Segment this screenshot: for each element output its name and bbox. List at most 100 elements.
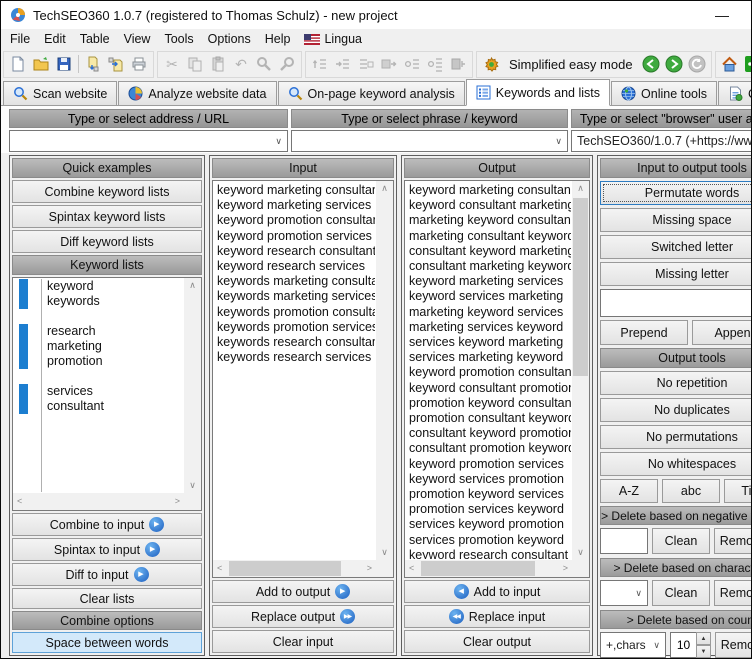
horizontal-scrollbar[interactable]: <> [13, 493, 184, 510]
replace-output-button[interactable]: Replace output▶▶ [212, 605, 394, 628]
tidy-button[interactable]: Tidy [724, 479, 752, 503]
chevron-down-icon[interactable]: ∨ [275, 136, 282, 147]
scrollbar-thumb[interactable] [573, 198, 588, 376]
scroll-up-icon[interactable]: ∧ [381, 184, 388, 193]
missing-letter-button[interactable]: Missing letter [600, 262, 752, 286]
scroll-down-icon[interactable]: ∨ [189, 481, 196, 490]
clean-negative-button[interactable]: Clean [652, 528, 710, 554]
no-duplicates-button[interactable]: No duplicates [600, 398, 752, 422]
minimize-button[interactable]: — [715, 8, 729, 22]
new-file-icon[interactable] [9, 55, 27, 73]
diff-keyword-lists-button[interactable]: Diff keyword lists [12, 230, 202, 253]
combine-to-input-button[interactable]: Combine to input▶ [12, 513, 202, 536]
no-permutations-button[interactable]: No permutations [600, 425, 752, 449]
keyword-lists-content[interactable]: keywordkeywordsresearchmarketingpromotio… [14, 279, 183, 492]
chevron-down-icon[interactable]: ∨ [635, 588, 642, 599]
tab-create-sitemap[interactable]: Create sitemap [718, 81, 752, 105]
spinner-down-icon[interactable]: ▼ [696, 645, 711, 658]
tool-text-input[interactable] [600, 289, 752, 317]
share-icon[interactable] [744, 55, 752, 73]
negative-words-input[interactable] [600, 528, 648, 554]
scroll-right-icon[interactable]: > [175, 497, 180, 506]
spinner-up-icon[interactable]: ▲ [696, 632, 711, 645]
keyword-line: services [47, 384, 104, 399]
home-icon[interactable] [721, 55, 739, 73]
output-lines[interactable]: keyword marketing consultantkeyword cons… [409, 183, 571, 559]
add-to-input-button[interactable]: ◀Add to input [404, 580, 590, 603]
vertical-scrollbar[interactable]: ∧∨ [376, 181, 393, 560]
import-icon[interactable] [84, 55, 102, 73]
no-repetition-button[interactable]: No repetition [600, 371, 752, 395]
input-editor[interactable]: keyword marketing consultantkeyword mark… [212, 180, 394, 578]
export-icon[interactable] [107, 55, 125, 73]
combine-keyword-lists-button[interactable]: Combine keyword lists [12, 180, 202, 203]
clear-input-button[interactable]: Clear input [212, 630, 394, 653]
scroll-left-icon[interactable]: < [217, 564, 222, 573]
menu-lingua[interactable]: Lingua [297, 30, 369, 48]
clear-lists-button[interactable]: Clear lists [12, 588, 202, 609]
scroll-right-icon[interactable]: > [367, 564, 372, 573]
easy-mode-label[interactable]: Simplified easy mode [509, 57, 633, 72]
scroll-right-icon[interactable]: > [563, 564, 568, 573]
scroll-left-icon[interactable]: < [409, 564, 414, 573]
input-lines[interactable]: keyword marketing consultantkeyword mark… [217, 183, 375, 559]
diff-to-input-button[interactable]: Diff to input▶ [12, 563, 202, 586]
url-combobox[interactable]: ∨ [9, 130, 288, 152]
characters-combobox[interactable]: ∨ [600, 580, 648, 606]
switched-letter-button[interactable]: Switched letter [600, 235, 752, 259]
useragent-combobox[interactable]: TechSEO360/1.0.7 (+https://www.microsyst… [571, 130, 752, 152]
scrollbar-thumb[interactable] [229, 561, 341, 576]
print-icon[interactable] [130, 55, 148, 73]
permutate-words-button[interactable]: Permutate words [600, 181, 752, 205]
tab-onpage-keyword-analysis[interactable]: On-page keyword analysis [278, 81, 465, 105]
chevron-down-icon[interactable]: ∨ [555, 136, 562, 147]
menu-view[interactable]: View [117, 30, 158, 48]
tab-scan-website[interactable]: Scan website [3, 81, 117, 105]
back-icon[interactable] [642, 55, 660, 73]
remove-count-button[interactable]: Remove [715, 632, 752, 658]
add-to-output-button[interactable]: Add to output▶ [212, 580, 394, 603]
menu-table[interactable]: Table [73, 30, 117, 48]
forward-icon[interactable] [665, 55, 683, 73]
no-whitespaces-button[interactable]: No whitespaces [600, 452, 752, 476]
chevron-down-icon[interactable]: ∨ [653, 640, 660, 651]
output-editor[interactable]: keyword marketing consultantkeyword cons… [404, 180, 590, 578]
keyword-lists-editor[interactable]: keywordkeywordsresearchmarketingpromotio… [12, 277, 202, 511]
count-unit-combobox[interactable]: +,chars∨ [600, 632, 666, 658]
replace-input-button[interactable]: ◀◀Replace input [404, 605, 590, 628]
save-icon[interactable] [55, 55, 73, 73]
prepend-button[interactable]: Prepend [600, 320, 688, 345]
easy-mode-gear-icon[interactable] [482, 55, 500, 73]
spintax-keyword-lists-button[interactable]: Spintax keyword lists [12, 205, 202, 228]
append-button[interactable]: Append [692, 320, 752, 345]
menu-help[interactable]: Help [258, 30, 298, 48]
sort-az-button[interactable]: A-Z [600, 479, 658, 503]
phrase-combobox[interactable]: ∨ [291, 130, 568, 152]
scroll-down-icon[interactable]: ∨ [381, 548, 388, 557]
menu-tools[interactable]: Tools [157, 30, 200, 48]
clean-characters-button[interactable]: Clean [652, 580, 710, 606]
tab-analyze-website-data[interactable]: Analyze website data [118, 81, 276, 105]
scroll-up-icon[interactable]: ∧ [577, 184, 584, 193]
spintax-to-input-button[interactable]: Spintax to input▶ [12, 538, 202, 561]
missing-space-button[interactable]: Missing space [600, 208, 752, 232]
menu-options[interactable]: Options [201, 30, 258, 48]
tab-online-tools[interactable]: Online tools [611, 81, 717, 105]
remove-negative-button[interactable]: Remove [714, 528, 752, 554]
tab-keywords-and-lists[interactable]: Keywords and lists [466, 79, 610, 106]
clear-output-button[interactable]: Clear output [404, 630, 590, 653]
scrollbar-thumb[interactable] [421, 561, 535, 576]
vertical-scrollbar[interactable]: ∧∨ [184, 278, 201, 493]
count-value[interactable]: 10 [670, 632, 696, 658]
menu-file[interactable]: File [3, 30, 37, 48]
menu-edit[interactable]: Edit [37, 30, 73, 48]
scroll-left-icon[interactable]: < [17, 497, 22, 506]
count-spinner[interactable]: 10 ▲▼ [670, 632, 711, 658]
remove-characters-button[interactable]: Remove [714, 580, 752, 606]
open-project-icon[interactable] [32, 55, 50, 73]
output-line: keyword promotion consultant [409, 365, 571, 380]
sort-abc-button[interactable]: abc [662, 479, 720, 503]
space-between-words-button[interactable]: Space between words [12, 632, 202, 653]
scroll-up-icon[interactable]: ∧ [189, 281, 196, 290]
scroll-down-icon[interactable]: ∨ [577, 548, 584, 557]
